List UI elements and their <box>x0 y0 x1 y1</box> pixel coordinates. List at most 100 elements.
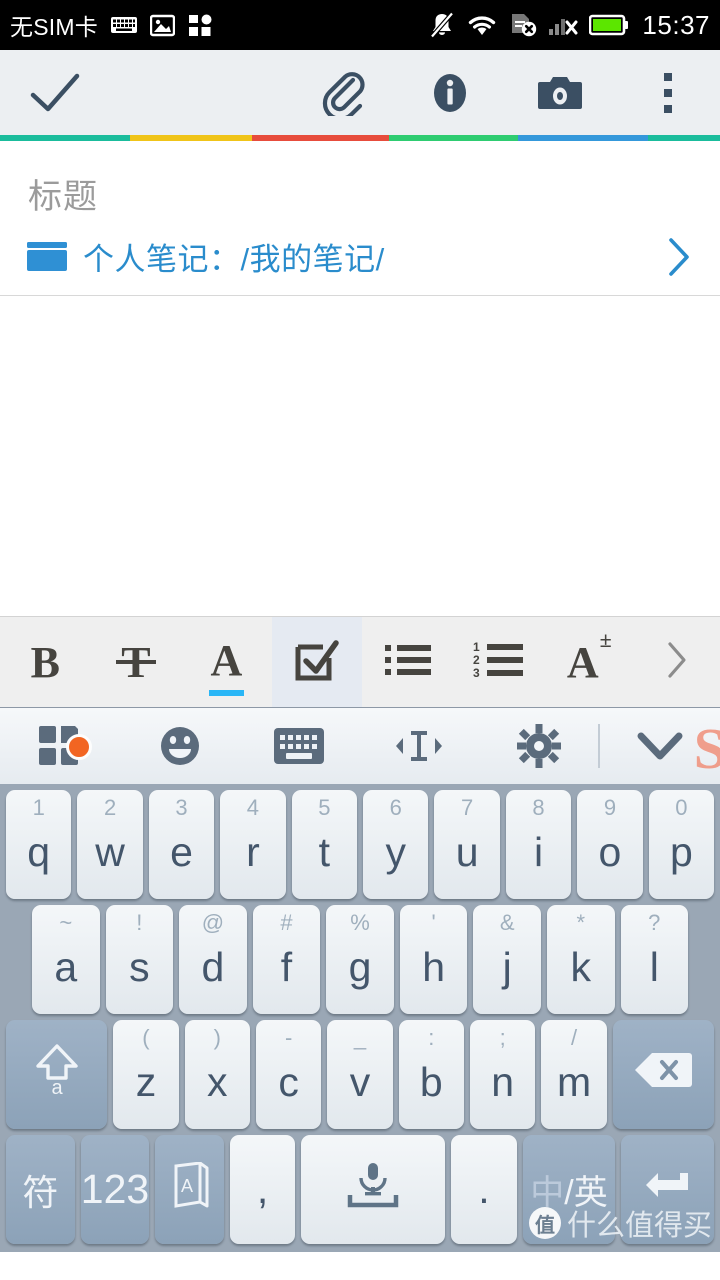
status-bar-right: 15:37 <box>429 10 710 41</box>
numbers-key[interactable]: 123 <box>80 1135 150 1244</box>
key-main-label: f <box>280 944 293 990</box>
period-key[interactable]: . <box>451 1135 517 1244</box>
shift-key[interactable]: a <box>6 1020 108 1129</box>
key-b[interactable]: :b <box>398 1020 464 1129</box>
sogou-brand-icon: S <box>693 716 720 781</box>
key-q[interactable]: 1q <box>6 790 72 899</box>
space-key[interactable] <box>301 1135 446 1244</box>
color-segment-5 <box>647 135 720 141</box>
save-done-button[interactable] <box>0 72 110 114</box>
key-sub-label: ) <box>213 1025 221 1050</box>
numbered-list-button[interactable]: 123 <box>453 617 544 707</box>
key-f[interactable]: # f <box>252 905 321 1014</box>
notebook-path-row[interactable]: 个人笔记：/我的笔记/ <box>0 224 720 296</box>
key-u[interactable]: 7u <box>434 790 500 899</box>
key-x[interactable]: ) x <box>184 1020 250 1129</box>
info-button[interactable] <box>395 69 505 117</box>
underline-color-button[interactable]: A <box>181 617 272 707</box>
checkbox-list-button[interactable] <box>271 617 363 707</box>
key-h[interactable]: ' h <box>399 905 468 1014</box>
format-toolbar: B T A 123 A± <box>0 616 720 708</box>
key-sub-label: 0 <box>675 795 688 820</box>
key-main-label: w <box>95 829 125 875</box>
color-segment-1 <box>129 135 252 141</box>
key-s[interactable]: ! s <box>105 905 174 1014</box>
key-main-label: e <box>170 829 193 875</box>
cursor-move-button[interactable] <box>359 725 479 767</box>
key-main-label: z <box>135 1059 157 1105</box>
key-p[interactable]: 0p <box>648 790 715 899</box>
keyboard-layout-button[interactable] <box>239 726 359 766</box>
gear-button[interactable] <box>479 724 599 768</box>
font-size-label: A± <box>566 626 612 687</box>
bold-button[interactable]: B <box>0 617 91 707</box>
attach-button[interactable] <box>290 70 395 116</box>
format-more-button[interactable] <box>634 617 720 707</box>
chevron-right-icon[interactable] <box>666 236 698 278</box>
key-sub-label: / <box>570 1025 578 1050</box>
color-segment-0 <box>0 135 130 141</box>
virtual-keyboard: 1q2w3e4r5t6y7u8i9o0p ~ a! s @ d # f% g ' h & j * k? l … <box>0 784 720 1252</box>
enter-key[interactable] <box>621 1135 714 1244</box>
clock-label: 15:37 <box>642 9 710 40</box>
language-toggle-key[interactable]: 中/英 <box>522 1135 616 1244</box>
key-main-label: y <box>385 829 406 875</box>
camera-button[interactable] <box>505 71 615 115</box>
bullet-list-button[interactable] <box>362 617 453 707</box>
collapse-keyboard-button[interactable]: S <box>600 716 720 781</box>
key-sub-label: # <box>280 910 293 935</box>
bold-label: B <box>30 637 60 687</box>
key-sub-label: : <box>428 1025 435 1050</box>
key-j[interactable]: & j <box>473 905 541 1014</box>
key-main-label: b <box>419 1059 443 1105</box>
symbols-key[interactable]: 符 <box>6 1135 75 1244</box>
key-main-label: r <box>246 829 260 875</box>
keyboard-row-4: 符 123 A,. 中/英 <box>4 1135 716 1244</box>
backspace-icon <box>634 1050 693 1100</box>
svg-text:3: 3 <box>473 666 480 679</box>
svg-text:2: 2 <box>473 653 480 667</box>
key-i[interactable]: 8i <box>505 790 572 899</box>
key-c[interactable]: -c <box>255 1020 322 1129</box>
overflow-menu-button[interactable] <box>615 69 720 117</box>
key-l[interactable]: ? l <box>620 905 689 1014</box>
keyboard-icon <box>110 16 137 34</box>
note-title-row[interactable]: 标题 <box>0 141 720 224</box>
key-main-label: l <box>649 944 659 990</box>
key-e[interactable]: 3e <box>148 790 215 899</box>
key-d[interactable]: @ d <box>179 905 247 1014</box>
color-accent-bar <box>0 135 720 141</box>
key-r[interactable]: 4r <box>220 790 286 899</box>
folder-icon <box>26 240 68 274</box>
key-g[interactable]: % g <box>326 905 394 1014</box>
enter-icon <box>640 1165 696 1215</box>
key-k[interactable]: * k <box>546 905 615 1014</box>
key-a[interactable]: ~ a <box>32 905 100 1014</box>
key-sub-label: @ <box>201 910 225 935</box>
note-body-input[interactable] <box>0 296 720 616</box>
note-title-input[interactable]: 标题 <box>28 169 692 218</box>
comma-key[interactable]: , <box>229 1135 296 1244</box>
font-size-button[interactable]: A± <box>543 617 634 707</box>
keyboard-row-1: 1q2w3e4r5t6y7u8i9o0p <box>4 790 716 899</box>
key-m[interactable]: / m <box>541 1020 607 1129</box>
key-t[interactable]: 5t <box>291 790 358 899</box>
wifi-icon <box>466 13 498 37</box>
notification-badge <box>65 734 92 760</box>
key-y[interactable]: 6y <box>363 790 429 899</box>
strikethrough-button[interactable]: T <box>91 617 182 707</box>
key-o[interactable]: 9o <box>577 790 643 899</box>
emoji-button[interactable] <box>120 724 240 768</box>
key-z[interactable]: (z <box>113 1020 179 1129</box>
key-sub-label: ~ <box>59 910 73 935</box>
key-main-label: x <box>207 1059 228 1105</box>
apps-grid-button[interactable] <box>0 724 120 768</box>
key-main-label: a <box>54 944 78 990</box>
key-main-label: g <box>348 944 372 990</box>
key-v[interactable]: _ v <box>327 1020 393 1129</box>
key-n[interactable]: ; n <box>470 1020 536 1129</box>
key-sub-label: ! <box>136 910 143 935</box>
key-w[interactable]: 2w <box>77 790 143 899</box>
backspace-key[interactable] <box>612 1020 714 1129</box>
dictionary-key[interactable]: A <box>155 1135 224 1244</box>
